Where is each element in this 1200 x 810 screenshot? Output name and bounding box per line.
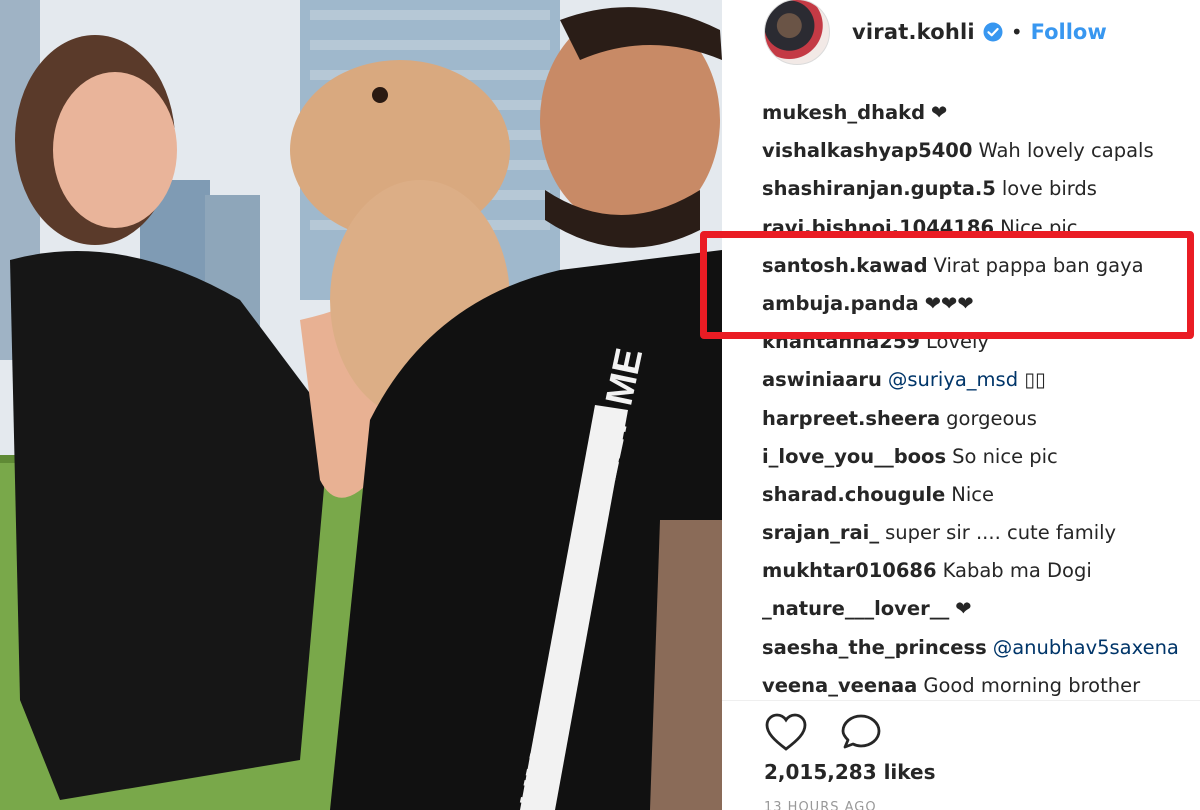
comment-text: ❤: [955, 597, 972, 621]
comment-row: mukesh_dhakd ❤: [762, 94, 1198, 132]
comment-username[interactable]: shashiranjan.gupta.5: [762, 177, 996, 200]
likes-count[interactable]: 2,015,283 likes: [764, 760, 936, 784]
comment-row: aswiniaaru @suriya_msd ▯▯: [762, 361, 1198, 399]
highlight-box: [700, 231, 1194, 339]
comment-text: love birds: [1001, 177, 1097, 201]
man-arm-tattoo: [650, 520, 722, 810]
comment-username[interactable]: srajan_rai_: [762, 521, 879, 544]
comment-row: shashiranjan.gupta.5 love birds: [762, 170, 1198, 208]
comment-row: mukhtar010686 Kabab ma Dogi: [762, 552, 1198, 590]
comment-text: So nice pic: [952, 444, 1058, 468]
comment-row: sharad.chougule Nice: [762, 476, 1198, 514]
post-timestamp: 13 HOURS AGO: [764, 800, 877, 810]
comment-bubble-icon[interactable]: [840, 712, 884, 752]
comment-row: harpreet.sheera gorgeous: [762, 400, 1198, 438]
comment-username[interactable]: i_love_you__boos: [762, 445, 946, 468]
comment-username[interactable]: mukesh_dhakd: [762, 101, 925, 124]
comment-mention[interactable]: @suriya_msd: [888, 368, 1018, 391]
comment-text: super sir .... cute family: [885, 521, 1117, 545]
comment-row: veena_veenaa Good morning brother: [762, 667, 1198, 698]
comment-username[interactable]: _nature___lover__: [762, 597, 949, 620]
comment-row: srajan_rai_ super sir .... cute family: [762, 514, 1198, 552]
separator-dot: •: [1010, 20, 1023, 44]
comment-row: saesha_the_princess @anubhav5saxena: [762, 629, 1198, 667]
comments-list[interactable]: mukesh_dhakd ❤ vishalkashyap5400 Wah lovely…: [762, 94, 1198, 698]
comment-username[interactable]: harpreet.sheera: [762, 407, 940, 430]
comment-row: _nature___lover__ ❤: [762, 590, 1198, 628]
comment-text: Kabab ma Dogi: [942, 559, 1092, 583]
comment-username[interactable]: mukhtar010686: [762, 559, 937, 582]
comment-username[interactable]: vishalkashyap5400: [762, 139, 972, 162]
action-bar: [764, 712, 884, 752]
comment-row: vishalkashyap5400 Wah lovely capals: [762, 132, 1198, 170]
comment-username[interactable]: veena_veenaa: [762, 674, 917, 697]
avatar[interactable]: [764, 0, 830, 65]
comment-text: gorgeous: [946, 406, 1037, 430]
divider: [722, 700, 1200, 701]
verified-badge-icon: [983, 22, 1003, 42]
follow-button[interactable]: Follow: [1031, 20, 1107, 44]
comment-username[interactable]: aswiniaaru: [762, 368, 882, 391]
post-photo[interactable]: UNAPOLOGETICALLY ME: [0, 0, 722, 810]
comment-text: Nice: [951, 482, 994, 506]
comment-text: Wah lovely capals: [978, 139, 1154, 163]
comment-text: Good morning brother: [923, 673, 1141, 697]
post-side-panel: virat.kohli • Follow mukesh_dhakd ❤ vishal…: [722, 0, 1200, 810]
heart-icon[interactable]: [764, 712, 808, 752]
post-username[interactable]: virat.kohli: [852, 20, 975, 44]
comment-username[interactable]: sharad.chougule: [762, 483, 945, 506]
comment-mention[interactable]: @anubhav5saxena: [993, 636, 1179, 659]
comment-text: ▯▯: [1018, 368, 1046, 392]
post-header: virat.kohli • Follow: [764, 0, 1194, 65]
photo-illustration: UNAPOLOGETICALLY ME: [0, 0, 722, 810]
comment-text: ❤: [931, 101, 948, 124]
comment-row: i_love_you__boos So nice pic: [762, 438, 1198, 476]
woman-face: [53, 72, 177, 228]
comment-username[interactable]: saesha_the_princess: [762, 636, 987, 659]
